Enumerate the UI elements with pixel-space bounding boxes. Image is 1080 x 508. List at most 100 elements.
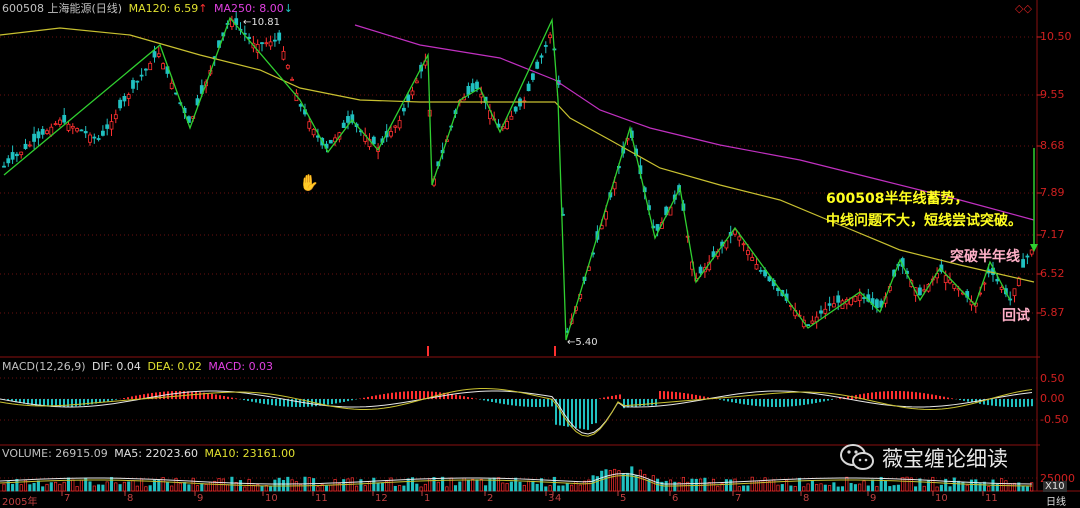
candle-body xyxy=(40,128,45,135)
candle-body xyxy=(943,275,948,283)
volume-bar xyxy=(402,485,406,492)
candle-body xyxy=(346,116,350,123)
volume-bar xyxy=(398,485,402,492)
volume-bar xyxy=(862,480,866,492)
candle-body xyxy=(875,299,879,309)
x-date-label: 2 xyxy=(487,493,494,504)
volume-bar xyxy=(638,469,642,492)
volume-bar xyxy=(518,481,522,492)
volume-value: VOLUME: 26915.09 xyxy=(2,447,108,460)
volume-bar xyxy=(441,476,445,492)
volume-bar xyxy=(866,485,870,492)
volume-bar xyxy=(355,485,359,492)
candle-body xyxy=(737,236,742,241)
macd-panel-header: MACD(12,26,9) DIF: 0.04 DEA: 0.02 MACD: … xyxy=(2,360,276,373)
volume-bar xyxy=(307,477,311,492)
candle-body xyxy=(548,34,552,39)
volume-bar xyxy=(191,477,195,492)
candle-body xyxy=(1021,259,1025,268)
volume-bar xyxy=(935,486,939,492)
volume-bar xyxy=(32,482,36,492)
candle-body xyxy=(152,51,157,58)
volume-bar xyxy=(578,484,582,492)
price-tick: 10.50 xyxy=(1040,30,1072,43)
volume-bar xyxy=(690,478,694,492)
volume-bar xyxy=(71,479,75,492)
volume-bar xyxy=(613,468,617,492)
volume-bar xyxy=(234,482,238,492)
annotation-pullback: 回试 xyxy=(1002,308,1030,324)
candle-body xyxy=(758,270,763,272)
candle-body xyxy=(27,144,32,147)
candle-body xyxy=(66,123,71,131)
candle-body xyxy=(307,121,312,129)
close-diamond-icon[interactable]: ◇◇ xyxy=(1015,2,1032,15)
volume-bar xyxy=(763,477,767,492)
volume-bar xyxy=(544,486,548,492)
volume-bar xyxy=(200,483,204,492)
volume-bar xyxy=(548,485,552,492)
volume-bar xyxy=(58,483,62,492)
volume-bar xyxy=(849,482,853,492)
volume-bar xyxy=(565,483,569,492)
volume-bar xyxy=(509,481,513,492)
candle-body xyxy=(88,134,92,143)
macd-value: MACD: 0.03 xyxy=(208,360,274,373)
candle-body xyxy=(281,50,286,60)
volume-bar xyxy=(312,478,316,492)
candle-body xyxy=(101,130,105,136)
volume-bar xyxy=(1012,482,1017,492)
candle-body xyxy=(526,83,531,92)
volume-bar xyxy=(522,484,526,492)
candle-body xyxy=(698,266,703,274)
volume-bar xyxy=(879,476,883,492)
volume-bar xyxy=(324,485,329,492)
volume-bar xyxy=(582,480,587,492)
dea-value: DEA: 0.02 xyxy=(147,360,202,373)
volume-bar xyxy=(501,482,505,492)
candle-body xyxy=(105,124,110,129)
volume-bar xyxy=(445,486,449,492)
volume-bar xyxy=(118,484,122,492)
candle-body xyxy=(741,243,746,246)
volume-bar xyxy=(961,481,965,492)
volume-bar xyxy=(260,485,264,492)
volume-bar xyxy=(290,479,294,492)
brand-name: 薇宝缠论细读 xyxy=(882,447,1008,471)
volume-bar xyxy=(2,483,6,492)
volume-bar xyxy=(737,486,741,492)
candle-body xyxy=(414,80,419,84)
candle-body xyxy=(806,324,810,327)
candle-body xyxy=(169,82,174,89)
volume-bar xyxy=(458,481,462,492)
annotation-breakout: 突破半年线 xyxy=(950,249,1020,265)
volume-bar xyxy=(92,485,96,492)
candle-body xyxy=(311,129,316,136)
volume-bar xyxy=(621,473,625,492)
price-tick: 9.55 xyxy=(1040,88,1065,101)
x-date-label: 7 xyxy=(735,493,742,504)
candle-body xyxy=(83,131,88,134)
volume-bar xyxy=(131,480,135,492)
volume-bar xyxy=(436,481,440,492)
candle-body xyxy=(982,282,987,285)
volume-bar xyxy=(871,479,875,492)
candle-body xyxy=(466,86,471,95)
x-date-label: 6 xyxy=(672,493,679,504)
candle-body xyxy=(1012,288,1017,297)
zigzag-stroke-line xyxy=(3,16,1011,341)
candle-body xyxy=(14,153,19,157)
volume-bar xyxy=(823,484,827,492)
volume-bar xyxy=(19,484,23,492)
volume-bar xyxy=(939,484,943,492)
candle-body xyxy=(135,80,140,83)
volume-bar xyxy=(135,485,139,492)
volume-bar xyxy=(346,478,350,492)
volume-bar xyxy=(793,485,797,492)
volume-bar xyxy=(797,477,802,492)
candle-body xyxy=(750,257,755,261)
candle-body xyxy=(49,126,54,136)
candle-body xyxy=(836,295,841,303)
volume-bar xyxy=(806,483,810,492)
candle-body xyxy=(475,81,479,90)
